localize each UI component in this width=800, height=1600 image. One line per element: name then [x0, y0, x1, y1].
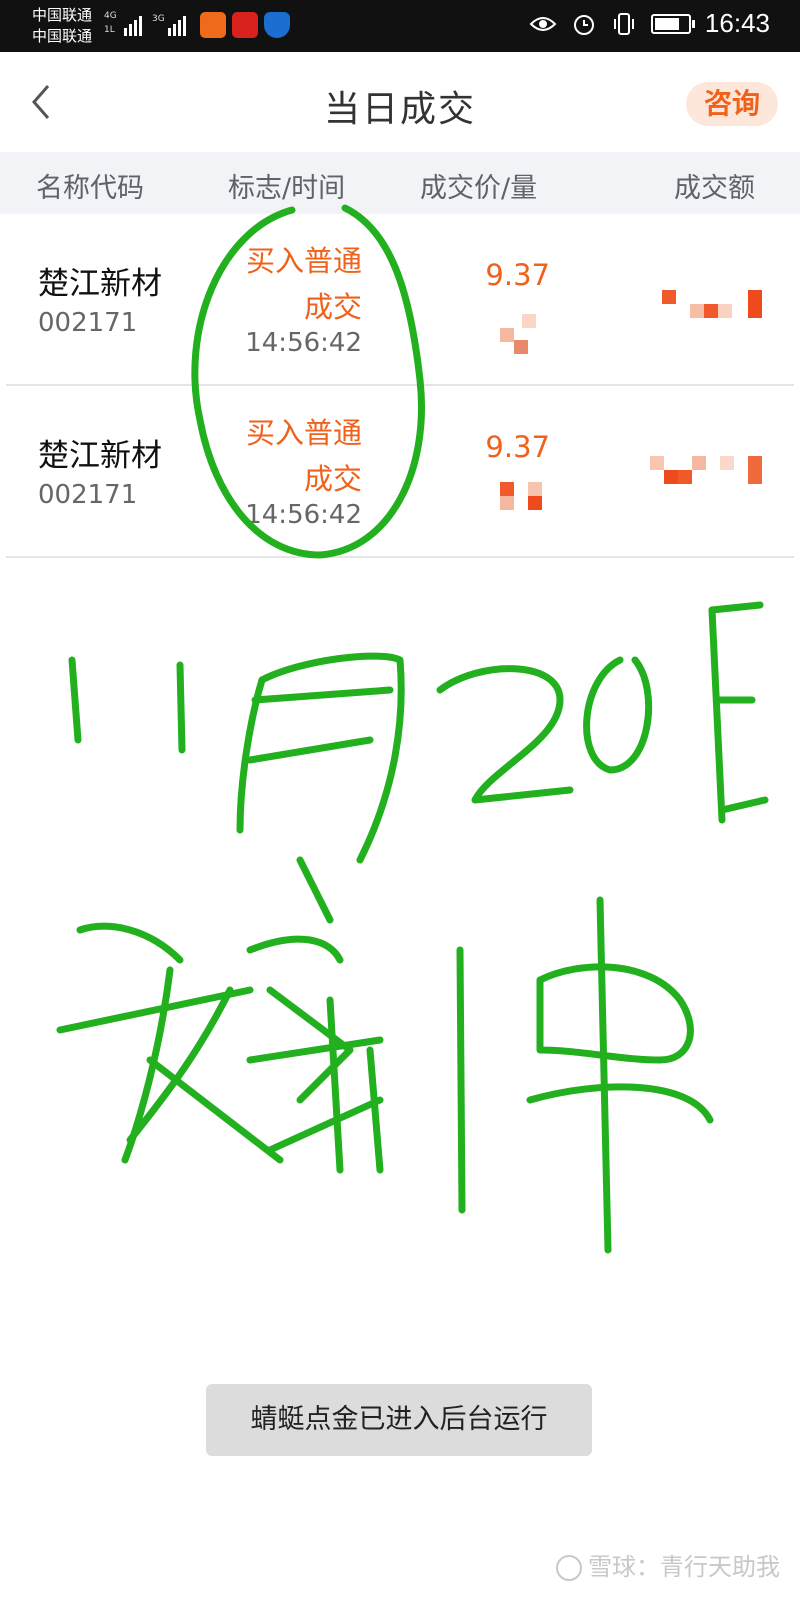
app-notification-icon: [232, 12, 258, 38]
shield-icon: [264, 12, 290, 38]
redacted-amount: [662, 290, 766, 324]
watermark: 雪球：青行天助我: [556, 1547, 780, 1582]
status-right-group: 16:43: [529, 8, 770, 39]
battery-icon: [650, 13, 695, 34]
trade-flag: 买入普通 成交: [245, 244, 362, 324]
trade-price: 9.37: [485, 430, 550, 464]
nav-bar: 当日成交 咨询: [0, 52, 800, 152]
redacted-volume: [500, 314, 550, 354]
header-flag-time: 标志/时间: [228, 173, 346, 204]
snowball-logo-icon: [556, 1555, 582, 1581]
carrier-2: 中国联通: [32, 27, 93, 45]
alarm-icon: [573, 14, 594, 35]
redacted-amount: [650, 456, 766, 490]
header-amount: 成交额: [674, 173, 755, 204]
stock-name: 楚江新材: [38, 266, 162, 302]
signal-icon: [124, 14, 142, 36]
table-row[interactable]: 楚江新材 002171 买入普通 成交 14:56:42 9.37: [0, 386, 800, 558]
network-type-2: 3G: [152, 14, 165, 24]
carrier-labels: 中国联通 中国联通: [32, 5, 92, 47]
status-bar: 中国联通 中国联通 4G 1L 3G 16:43: [0, 0, 800, 52]
header-name-code: 名称代码: [36, 173, 144, 204]
row-divider: [6, 556, 794, 558]
trade-price: 9.37: [485, 258, 550, 292]
consult-button[interactable]: 咨询: [686, 82, 778, 126]
table-header: 名称代码 标志/时间 成交价/量 成交额: [0, 152, 800, 214]
trade-time: 14:56:42: [245, 500, 362, 530]
trade-time: 14:56:42: [245, 328, 362, 358]
app-notification-icon: [200, 12, 226, 38]
stock-code: 002171: [38, 480, 138, 510]
page-title: 当日成交: [323, 89, 476, 130]
trade-flag: 买入普通 成交: [245, 416, 362, 496]
eye-icon: [529, 16, 557, 31]
stock-code: 002171: [38, 308, 138, 338]
network-type-1: 4G 1L: [104, 11, 117, 35]
signal-icon: [168, 14, 186, 36]
stock-name: 楚江新材: [38, 438, 162, 474]
table-row[interactable]: 楚江新材 002171 买入普通 成交 14:56:42 9.37: [0, 214, 800, 386]
vibrate-icon: [613, 12, 634, 35]
header-price-volume: 成交价/量: [420, 173, 538, 204]
clock: 16:43: [704, 8, 770, 38]
carrier-1: 中国联通: [32, 6, 93, 24]
toast-message: 蜻蜓点金已进入后台运行: [206, 1384, 592, 1456]
redacted-volume: [500, 482, 550, 522]
